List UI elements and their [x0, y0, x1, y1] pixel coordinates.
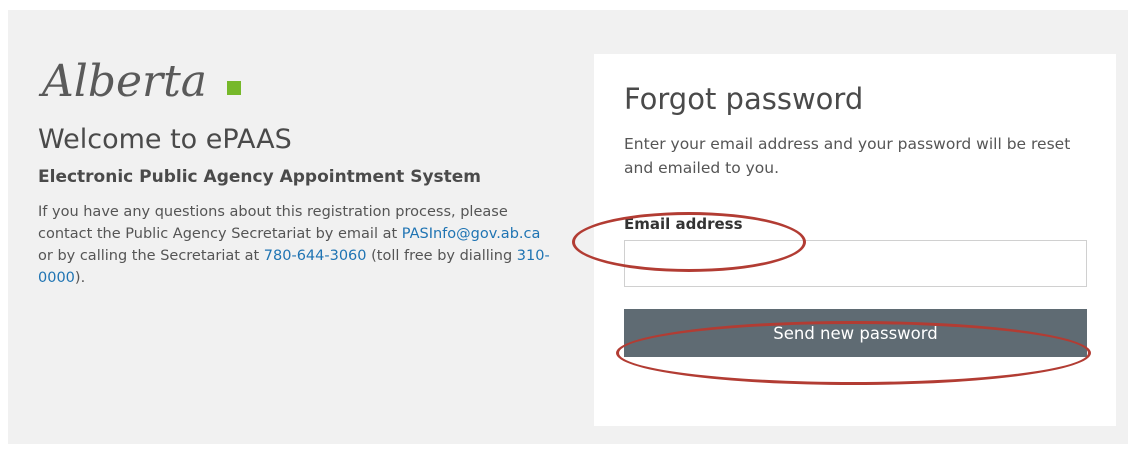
info-text-3: (toll free by dialling	[366, 248, 517, 264]
alberta-logo-text: Alberta	[38, 56, 207, 107]
forgot-password-card: Forgot password Enter your email address…	[594, 54, 1116, 426]
alberta-logo: Alberta	[38, 56, 241, 107]
email-link[interactable]: PASInfo@gov.ab.ca	[402, 226, 541, 242]
send-new-password-button[interactable]: Send new password	[624, 309, 1087, 357]
contact-info: If you have any questions about this reg…	[38, 201, 558, 289]
welcome-title: Welcome to ePAAS	[38, 124, 292, 155]
forgot-password-description: Enter your email address and your passwo…	[624, 135, 1071, 177]
phone-link[interactable]: 780-644-3060	[264, 248, 367, 264]
forgot-password-title: Forgot password	[624, 82, 864, 116]
info-text-4: ).	[74, 270, 86, 286]
info-text-2: or by calling the Secretariat at	[38, 248, 264, 264]
welcome-section: Alberta Welcome to ePAAS Electronic Publ…	[38, 50, 558, 289]
alberta-logo-mark	[227, 81, 241, 95]
email-label: Email address	[624, 215, 743, 233]
email-label-wrap: Email address	[624, 208, 1087, 238]
email-input[interactable]	[624, 240, 1087, 287]
system-subtitle: Electronic Public Agency Appointment Sys…	[38, 167, 482, 187]
forgot-password-form: Forgot password Enter your email address…	[624, 82, 1087, 357]
